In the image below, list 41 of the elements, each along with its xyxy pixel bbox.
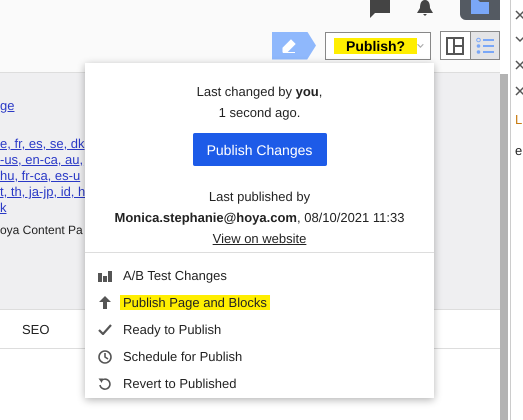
menu-item-label: A/B Test Changes	[122, 268, 228, 283]
content-text: oya Content Pa	[0, 223, 84, 237]
changed-time-text: 1 second ago.	[218, 104, 300, 122]
folder-button[interactable]	[460, 0, 500, 20]
menu-item[interactable]: Schedule for Publish	[85, 343, 434, 370]
close-icon[interactable]	[515, 60, 523, 70]
chat-icon[interactable]	[370, 0, 390, 18]
checkmark-icon	[98, 324, 112, 335]
menu-item[interactable]: Revert to Published	[85, 370, 434, 397]
menu-item-label: Ready to Publish	[122, 322, 222, 337]
menu-item[interactable]: Ready to Publish	[85, 316, 434, 343]
bar-chart-icon	[98, 270, 112, 282]
publish-changes-button[interactable]: Publish Changes	[192, 133, 326, 166]
view-toggle[interactable]	[470, 32, 499, 59]
menu-item-label: Revert to Published	[122, 376, 238, 391]
clock-icon	[98, 350, 112, 364]
up-arrow-icon	[99, 296, 111, 309]
chevron-down-icon[interactable]	[515, 36, 523, 44]
publish-dropdown[interactable]: Publish?	[325, 32, 431, 60]
close-icon[interactable]	[515, 10, 523, 20]
last-published-text: Monica.stephanie@hoya.com, 08/10/2021 11:33	[114, 209, 404, 227]
chevron-down-icon	[417, 42, 424, 50]
view-on-website-link[interactable]: View on website	[212, 228, 306, 249]
pencil-icon	[282, 38, 296, 52]
close-icon[interactable]	[515, 86, 523, 96]
panel-text: e	[515, 143, 522, 158]
panel-text: L	[515, 112, 522, 127]
bell-icon[interactable]	[416, 0, 434, 16]
folder-icon	[471, 0, 489, 14]
last-changed-text: Last changed by you,	[196, 83, 322, 101]
undo-icon	[98, 376, 112, 390]
view-toggle[interactable]	[441, 32, 470, 59]
menu-item[interactable]: Publish Page and Blocks	[85, 289, 434, 316]
scrollbar-thumb[interactable]	[500, 74, 508, 420]
seo-tab[interactable]: SEO	[22, 322, 50, 336]
menu-item[interactable]: A/B Test Changes	[85, 262, 434, 289]
menu-item-label: Publish Page and Blocks	[120, 295, 270, 310]
menu-item-label: Schedule for Publish	[122, 349, 244, 364]
layout-icon	[446, 36, 465, 54]
list-icon	[476, 36, 494, 54]
last-published-label: Last published by	[208, 188, 310, 206]
